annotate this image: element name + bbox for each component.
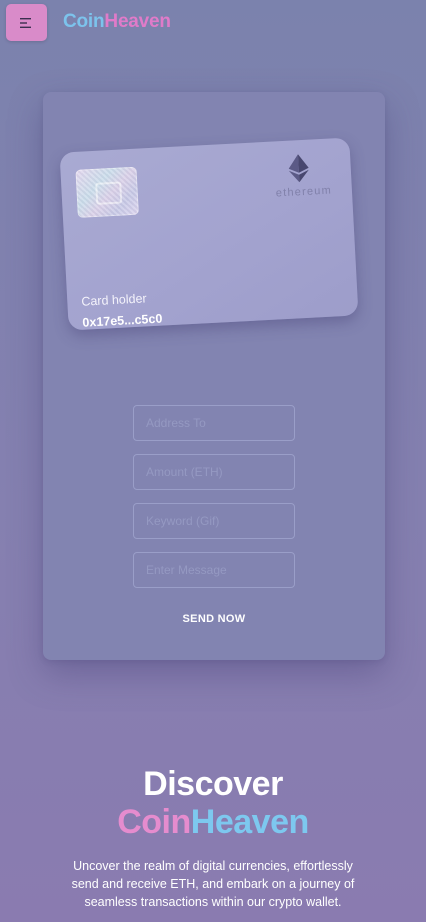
hero-description: Uncover the realm of digital currencies,… xyxy=(71,859,355,909)
wallet-card: ethereum Card holder 0x17e5...c5c0 xyxy=(59,137,359,331)
app-logo[interactable]: CoinHeaven xyxy=(63,11,171,33)
hero-title-brand: CoinHeaven xyxy=(0,803,426,841)
hero-title-discover: Discover xyxy=(143,765,283,803)
message-input[interactable] xyxy=(133,552,295,588)
send-form xyxy=(133,405,295,601)
card-holder-label: Card holder xyxy=(81,291,147,309)
hero-title-heaven: Heaven xyxy=(190,803,309,841)
logo-text-heaven: Heaven xyxy=(104,11,171,32)
hero-title: Discover CoinHeaven xyxy=(0,765,426,841)
address-to-input[interactable] xyxy=(133,405,295,441)
logo-text-coin: Coin xyxy=(63,11,105,32)
keyword-input[interactable] xyxy=(133,503,295,539)
send-now-button[interactable]: SEND NOW xyxy=(133,606,295,632)
menu-icon xyxy=(19,17,31,28)
top-navbar: CoinHeaven xyxy=(0,0,426,48)
card-chip xyxy=(75,166,139,218)
hero-title-coin: Coin xyxy=(117,803,191,841)
amount-input[interactable] xyxy=(133,454,295,490)
network-name: ethereum xyxy=(275,184,333,200)
ethereum-icon xyxy=(288,154,309,183)
menu-button[interactable] xyxy=(6,4,47,41)
